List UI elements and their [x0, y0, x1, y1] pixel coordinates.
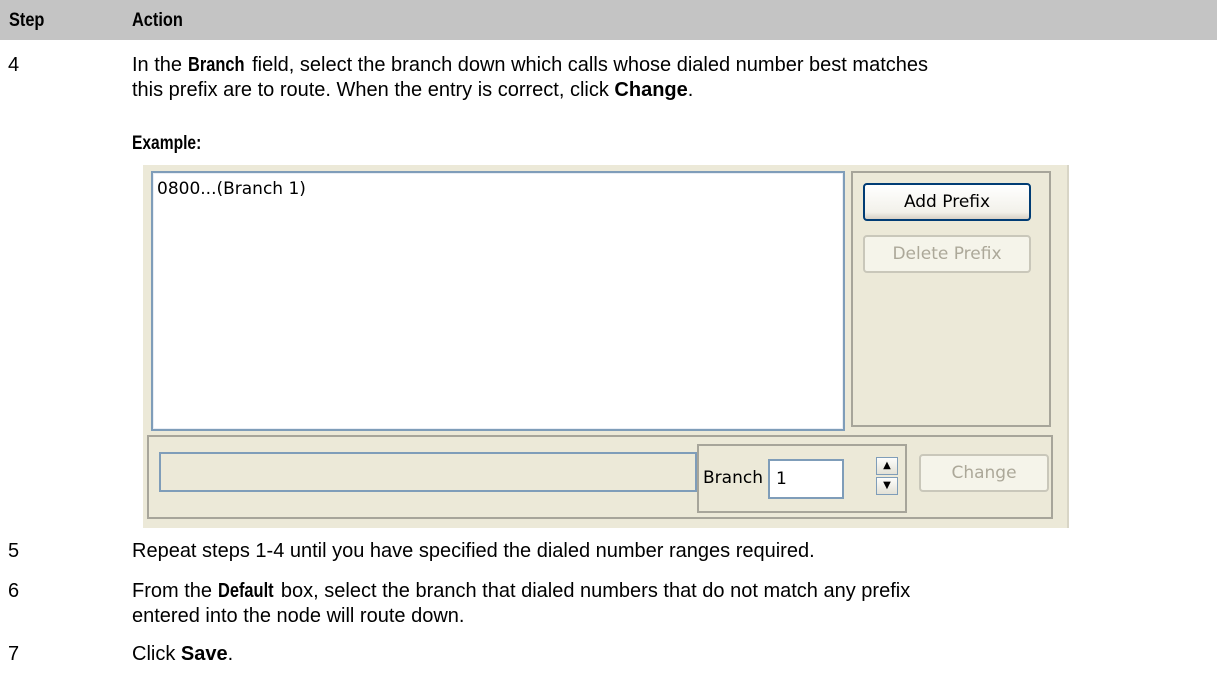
- prefix-input[interactable]: [159, 452, 697, 492]
- text-segment: field, select the branch down which call…: [246, 54, 928, 76]
- text-segment: box, select the branch that dialed numbe…: [275, 580, 911, 602]
- list-item[interactable]: 0800...(Branch 1): [157, 179, 306, 199]
- arrow-down-icon[interactable]: ▼: [876, 477, 898, 495]
- change-button[interactable]: Change: [919, 454, 1049, 492]
- text-segment: From the: [132, 580, 218, 602]
- text-segment: Click: [132, 643, 181, 665]
- text-segment: .: [687, 79, 694, 101]
- step-number: 7: [8, 643, 20, 665]
- step-number: 5: [8, 540, 20, 562]
- action-column-header: Action: [132, 10, 183, 31]
- example-label: Example:: [132, 133, 202, 154]
- step-text: In the Branch field, select the branch d…: [132, 53, 1212, 103]
- add-prefix-button[interactable]: Add Prefix: [863, 183, 1031, 221]
- step-text: Repeat steps 1-4 until you have specifie…: [132, 540, 815, 562]
- edit-area: Branch 1 ▲ ▼ Change: [147, 435, 1053, 519]
- text-segment: .: [227, 643, 234, 665]
- prefix-dialog: 0800...(Branch 1) Add Prefix Delete Pref…: [143, 165, 1069, 528]
- step-text: From the Default box, select the branch …: [132, 579, 1212, 629]
- step-text: Click Save.: [132, 642, 1212, 667]
- arrow-up-icon[interactable]: ▲: [876, 457, 898, 475]
- step-number: 6: [8, 580, 20, 602]
- panel-edge: [1067, 165, 1069, 528]
- button-column: Add Prefix Delete Prefix: [851, 171, 1051, 427]
- delete-prefix-button[interactable]: Delete Prefix: [863, 235, 1031, 273]
- bold-term: Branch: [187, 54, 245, 76]
- step-number: 4: [8, 54, 20, 76]
- branch-spinner-input[interactable]: 1: [768, 459, 844, 499]
- table-header: Step Action: [0, 0, 1217, 40]
- bold-term: Change: [614, 79, 688, 101]
- text-segment: this prefix are to route. When the entry…: [132, 79, 615, 101]
- text-segment: In the: [132, 54, 188, 76]
- step-column-header: Step: [9, 10, 45, 31]
- text-segment: entered into the node will route down.: [132, 605, 465, 627]
- bold-term: Save: [180, 643, 228, 665]
- branch-label: Branch: [703, 468, 763, 488]
- prefix-list[interactable]: 0800...(Branch 1): [151, 171, 845, 431]
- bold-term: Default: [217, 580, 274, 602]
- branch-spinner[interactable]: ▲ ▼: [876, 457, 898, 495]
